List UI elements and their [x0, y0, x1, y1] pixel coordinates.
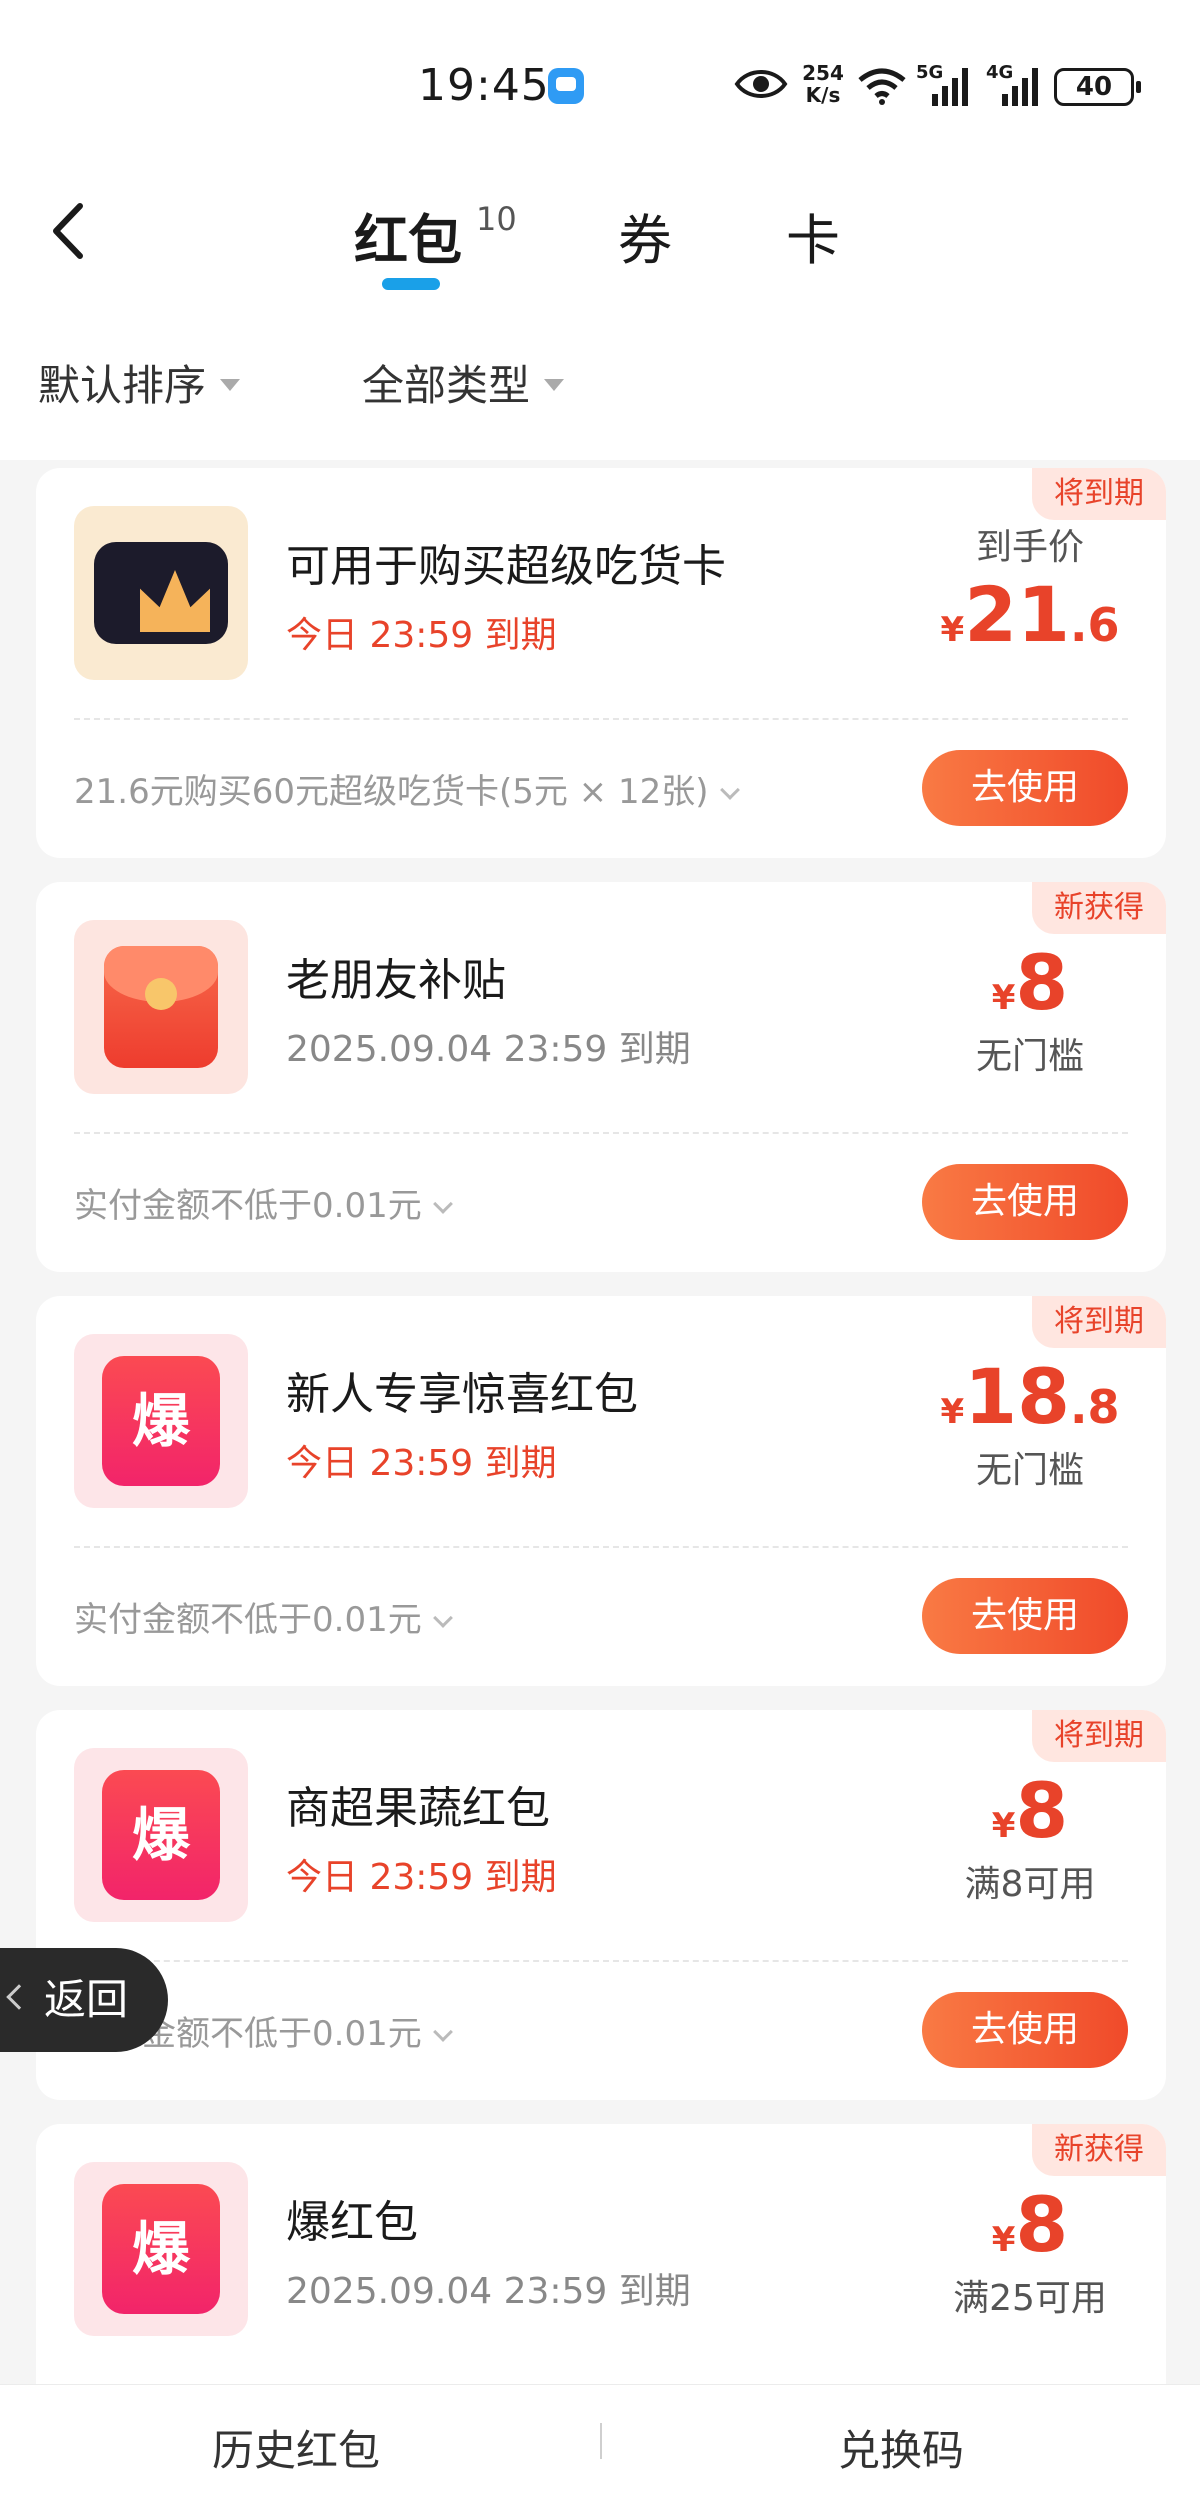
- bao-icon-text: 爆: [102, 1770, 220, 1900]
- coupon-expiry: 2025.09.04 23:59 到期: [286, 1029, 691, 1070]
- coupon-card[interactable]: 新获得 老朋友补贴 2025.09.04 23:59 到期 ¥8 无门槛 实付金…: [36, 882, 1166, 1272]
- red-packet-icon: [74, 920, 248, 1094]
- bao-icon: 爆: [74, 2162, 248, 2336]
- price-area: ¥18.8 无门槛: [930, 1352, 1130, 1493]
- use-button[interactable]: 去使用: [922, 750, 1128, 826]
- type-dropdown[interactable]: 全部类型: [362, 352, 565, 413]
- price-label: 到手价: [975, 527, 1084, 568]
- coupon-condition[interactable]: 实付金额不低于0.01元: [74, 1592, 453, 1641]
- bao-icon: 爆: [74, 1334, 248, 1508]
- redeem-code-link[interactable]: 兑换码: [838, 2417, 964, 2478]
- coupon-expiry: 今日 23:59 到期: [286, 1857, 557, 1898]
- coupon-card[interactable]: 将到期 可用于购买超级吃货卡 今日 23:59 到期 到手价 ¥21.6 21.…: [36, 468, 1166, 858]
- status-tag: 新获得: [1032, 882, 1166, 934]
- history-redpacket-link[interactable]: 历史红包: [212, 2417, 380, 2478]
- coupon-title: 新人专享惊喜红包: [286, 1369, 638, 1420]
- tab-ka[interactable]: 卡: [786, 196, 840, 275]
- net-speed-unit: K/s: [805, 83, 841, 107]
- price-value: ¥8: [991, 1766, 1069, 1855]
- status-tag: 将到期: [1032, 468, 1166, 520]
- chevron-left-icon: [6, 1984, 32, 2010]
- use-button[interactable]: 去使用: [922, 1164, 1128, 1240]
- coupon-condition[interactable]: 21.6元购买60元超级吃货卡(5元 × 12张): [74, 764, 740, 813]
- coupon-title: 爆红包: [286, 2197, 418, 2248]
- price-area: ¥8 无门槛: [930, 938, 1130, 1079]
- divider: [74, 718, 1128, 720]
- bao-icon: 爆: [74, 1748, 248, 1922]
- sort-dropdown[interactable]: 默认排序: [38, 352, 241, 413]
- bottom-separator: [600, 2423, 602, 2459]
- net-speed-value: 254: [802, 61, 844, 85]
- coupon-expiry: 今日 23:59 到期: [286, 615, 557, 656]
- coupon-title: 可用于购买超级吃货卡: [286, 541, 726, 592]
- status-time: 19:45: [418, 60, 550, 111]
- price-area: 到手价 ¥21.6: [930, 518, 1130, 659]
- net-speed: 254 K/s: [800, 62, 846, 106]
- caret-down-icon: [544, 378, 565, 391]
- tab-hongbao[interactable]: 红包: [354, 196, 462, 275]
- bao-icon-text: 爆: [102, 2184, 220, 2314]
- coupon-title: 老朋友补贴: [286, 955, 506, 1006]
- divider: [74, 1546, 1128, 1548]
- tab-quan[interactable]: 券: [618, 196, 672, 275]
- coupon-expiry: 2025.09.04 23:59 到期: [286, 2271, 691, 2312]
- coupon-card[interactable]: 将到期 爆 新人专享惊喜红包 今日 23:59 到期 ¥18.8 无门槛 实付金…: [36, 1296, 1166, 1686]
- status-tag: 将到期: [1032, 1296, 1166, 1348]
- divider: [74, 1132, 1128, 1134]
- chevron-down-icon: [432, 1194, 453, 1214]
- coupon-card[interactable]: 将到期 爆 商超果蔬红包 今日 23:59 到期 ¥8 满8可用 实付金额不低于…: [36, 1710, 1166, 2100]
- price-value: ¥8: [991, 938, 1069, 1027]
- message-notification-icon: [548, 68, 584, 104]
- bottom-bar: 历史红包 兑换码: [0, 2384, 1200, 2503]
- back-arrow-icon[interactable]: [40, 196, 100, 266]
- sort-dropdown-label: 默认排序: [38, 361, 207, 410]
- price-value: ¥18.8: [940, 1352, 1120, 1441]
- signal-5g-icon: 5G: [916, 62, 974, 108]
- price-condition: 满8可用: [964, 1864, 1096, 1905]
- active-tab-indicator: [382, 278, 440, 290]
- type-dropdown-label: 全部类型: [362, 361, 531, 410]
- use-button[interactable]: 去使用: [922, 1578, 1128, 1654]
- use-button[interactable]: 去使用: [922, 1992, 1128, 2068]
- coupon-expiry: 今日 23:59 到期: [286, 1443, 557, 1484]
- eye-icon: [734, 70, 788, 98]
- battery-icon: 40: [1054, 68, 1141, 106]
- price-value: ¥21.6: [940, 570, 1120, 659]
- price-condition: 无门槛: [975, 1036, 1084, 1077]
- coupon-condition[interactable]: 实付金额不低于0.01元: [74, 1178, 453, 1227]
- wifi-icon: [858, 68, 906, 105]
- caret-down-icon: [220, 378, 241, 391]
- price-value: ¥8: [991, 2180, 1069, 2269]
- price-condition: 无门槛: [975, 1450, 1084, 1491]
- float-back-label: 返回: [44, 1975, 129, 2024]
- status-tag: 新获得: [1032, 2124, 1166, 2176]
- signal-4g-icon: 4G: [986, 62, 1044, 108]
- crown-card-icon: [74, 506, 248, 680]
- chevron-down-icon: [719, 780, 740, 800]
- chevron-down-icon: [432, 2022, 453, 2042]
- coupon-title: 商超果蔬红包: [286, 1783, 550, 1834]
- status-tag: 将到期: [1032, 1710, 1166, 1762]
- divider: [74, 1960, 1128, 1962]
- chevron-down-icon: [432, 1608, 453, 1628]
- top-bar: 19:45 254 K/s 5G 4G 40 红包 10 券 卡 默认排序 全部…: [0, 0, 1200, 460]
- price-area: ¥8 满8可用: [930, 1766, 1130, 1907]
- float-back-button[interactable]: 返回: [0, 1948, 168, 2052]
- price-condition: 满25可用: [953, 2278, 1107, 2319]
- price-area: ¥8 满25可用: [930, 2180, 1130, 2321]
- bao-icon-text: 爆: [102, 1356, 220, 1486]
- tab-hongbao-count: 10: [476, 200, 517, 238]
